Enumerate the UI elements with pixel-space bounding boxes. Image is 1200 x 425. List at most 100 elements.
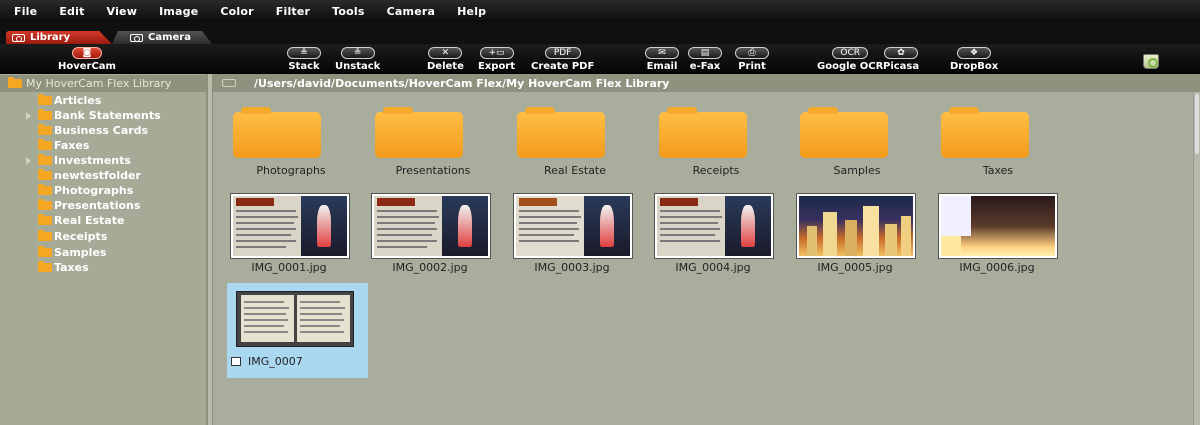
sidebar-item-label: Faxes — [54, 139, 90, 152]
vertical-scrollbar[interactable] — [1193, 92, 1200, 425]
image-thumbnail — [796, 193, 916, 259]
unstack-button[interactable]: ≜ Unstack — [335, 47, 380, 72]
stack-label: Stack — [288, 61, 320, 72]
google-ocr-button[interactable]: OCR Google OCR — [817, 47, 883, 72]
export-button[interactable]: +▭ Export — [478, 47, 515, 72]
email-label: Email — [646, 61, 678, 72]
menu-file[interactable]: File — [14, 5, 37, 18]
sidebar-item-label: Business Cards — [54, 124, 149, 137]
picasa-icon: ✿ — [884, 47, 919, 59]
picasa-button[interactable]: ✿ Picasa — [883, 47, 919, 72]
sidebar-item-label: Investments — [54, 154, 131, 167]
tab-library[interactable]: Library — [6, 31, 112, 44]
menu-help[interactable]: Help — [457, 5, 486, 18]
create-pdf-button[interactable]: PDF Create PDF — [531, 47, 594, 72]
unstack-label: Unstack — [335, 61, 381, 72]
sidebar-item-label: Samples — [54, 246, 107, 259]
delete-button[interactable]: ✕ Delete — [427, 47, 464, 72]
image-thumbnail — [513, 193, 633, 259]
sidebar-item-label: Presentations — [54, 199, 141, 212]
up-folder-icon[interactable] — [222, 79, 236, 87]
sidebar-root-item[interactable]: My HoverCam Flex Library — [0, 75, 207, 92]
folder-icon — [38, 199, 52, 210]
tab-library-label: Library — [30, 32, 71, 43]
image-label: IMG_0001.jpg — [251, 261, 327, 274]
sidebar-item-faxes[interactable]: Faxes — [0, 138, 207, 153]
toolbar: ◙ HoverCam ≜ Stack ≜ Unstack ✕ Delete +▭… — [0, 44, 1200, 74]
print-label: Print — [738, 61, 766, 72]
tab-camera[interactable]: Camera — [112, 31, 212, 44]
email-button[interactable]: ✉ Email — [645, 47, 679, 72]
expand-arrow-icon[interactable] — [26, 112, 31, 120]
image-label: IMG_0003.jpg — [534, 261, 610, 274]
sidebar-item-label: Photographs — [54, 184, 134, 197]
sidebar-item-photographs[interactable]: Photographs — [0, 183, 207, 198]
folder-icon — [800, 107, 888, 158]
folder-icon — [38, 124, 52, 135]
folder-icon — [38, 261, 52, 272]
sidebar-item-receipts[interactable]: Receipts — [0, 229, 207, 244]
sidebar-item-investments[interactable]: Investments — [0, 153, 207, 168]
folder-icon — [38, 154, 52, 165]
folder-icon — [233, 107, 321, 158]
image-label: IMG_0002.jpg — [392, 261, 468, 274]
image-label: IMG_0005.jpg — [817, 261, 893, 274]
fax-icon: ▤ — [688, 47, 722, 59]
stack-button[interactable]: ≜ Stack — [287, 47, 321, 72]
select-checkbox[interactable] — [231, 357, 241, 366]
camera-icon: ◙ — [71, 47, 102, 59]
menu-color[interactable]: Color — [220, 5, 253, 18]
sidebar-item-taxes[interactable]: Taxes — [0, 260, 207, 275]
menu-edit[interactable]: Edit — [59, 5, 84, 18]
camera-icon — [130, 33, 143, 42]
folder-icon — [517, 107, 605, 158]
print-icon: ⎙ — [735, 47, 769, 59]
sidebar-item-label: Taxes — [54, 261, 89, 274]
dropbox-label: DropBox — [950, 61, 999, 72]
image-thumbnail — [230, 193, 350, 259]
folder-label: Samples — [833, 164, 881, 177]
folder-icon — [375, 107, 463, 158]
path-bar: /Users/david/Documents/HoverCam Flex/My … — [213, 74, 1200, 92]
folder-icon — [38, 246, 52, 257]
create-pdf-label: Create PDF — [531, 61, 595, 72]
hovercam-button[interactable]: ◙ HoverCam — [58, 47, 116, 72]
google-ocr-label: Google OCR — [817, 61, 884, 72]
export-icon: +▭ — [479, 47, 514, 59]
export-label: Export — [478, 61, 516, 72]
hovercam-label: HoverCam — [58, 61, 116, 72]
dropbox-button[interactable]: ❖ DropBox — [950, 47, 998, 72]
print-button[interactable]: ⎙ Print — [735, 47, 769, 72]
menu-image[interactable]: Image — [159, 5, 198, 18]
folder-icon — [941, 107, 1029, 158]
folder-icon — [38, 169, 52, 180]
sidebar-item-business-cards[interactable]: Business Cards — [0, 123, 207, 138]
folder-label: Taxes — [982, 164, 1014, 177]
menu-view[interactable]: View — [107, 5, 138, 18]
image-label: IMG_0004.jpg — [675, 261, 751, 274]
picasa-label: Picasa — [883, 61, 920, 72]
menu-camera[interactable]: Camera — [387, 5, 435, 18]
sidebar-item-articles[interactable]: Articles — [0, 93, 207, 108]
menu-tools[interactable]: Tools — [332, 5, 364, 18]
folder-icon — [659, 107, 747, 158]
expand-arrow-icon[interactable] — [26, 157, 31, 165]
recycle-bin-icon[interactable] — [1143, 54, 1159, 69]
library-sidebar: My HoverCam Flex Library Articles Bank S… — [0, 74, 207, 425]
delete-icon: ✕ — [428, 47, 463, 59]
sidebar-item-bank-statements[interactable]: Bank Statements — [0, 108, 207, 123]
sidebar-item-samples[interactable]: Samples — [0, 245, 207, 260]
sidebar-item-presentations[interactable]: Presentations — [0, 198, 207, 213]
scrollbar-thumb[interactable] — [1195, 94, 1199, 154]
sidebar-item-real-estate[interactable]: Real Estate — [0, 213, 207, 228]
tab-bar: Library Camera — [0, 22, 1200, 44]
folder-icon — [8, 77, 22, 88]
sidebar-item-newtestfolder[interactable]: newtestfolder — [0, 168, 207, 183]
efax-button[interactable]: ▤ e-Fax — [688, 47, 722, 72]
folder-icon — [38, 139, 52, 150]
sidebar-item-label: Bank Statements — [54, 109, 161, 122]
folder-icon — [38, 230, 52, 241]
delete-label: Delete — [427, 61, 464, 72]
library-icon — [12, 33, 25, 42]
menu-filter[interactable]: Filter — [276, 5, 310, 18]
